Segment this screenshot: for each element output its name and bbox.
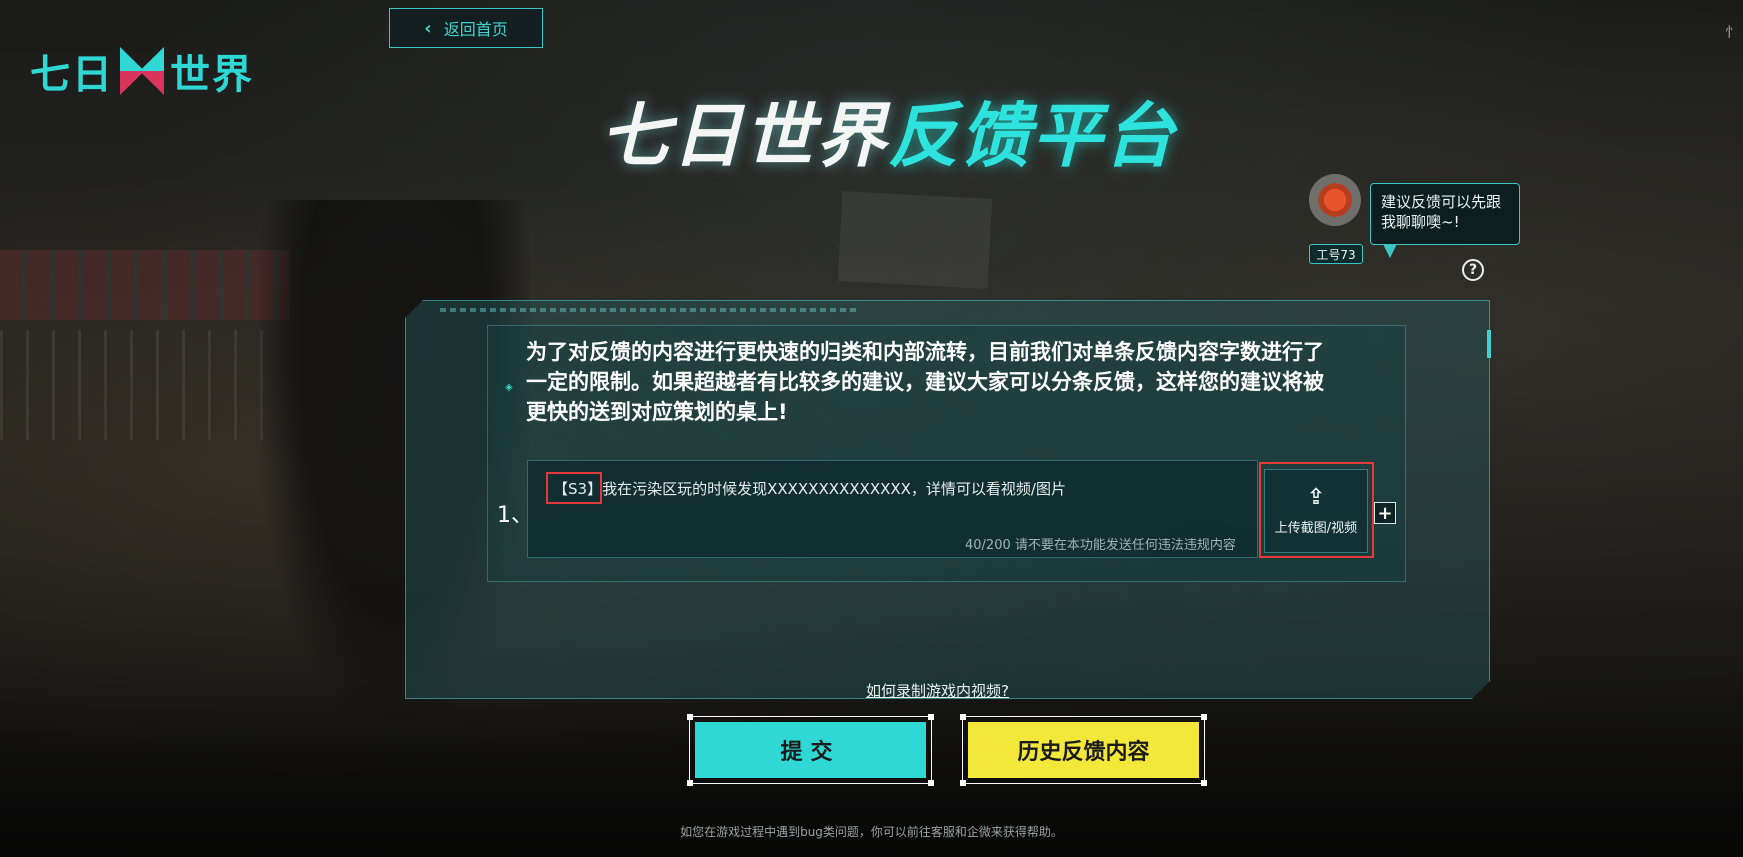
add-entry-button[interactable]: + <box>1374 502 1396 524</box>
background-shelf <box>0 250 290 320</box>
submit-button[interactable]: 提交 <box>695 722 926 778</box>
question-icon[interactable]: ? <box>1462 259 1484 281</box>
history-feedback-button[interactable]: 历史反馈内容 <box>968 722 1199 778</box>
assistant-tag: 工号73 <box>1309 244 1363 264</box>
video-help-link[interactable]: 如何录制游戏内视频? <box>866 680 1009 701</box>
logo-text-left: 七日 <box>30 52 114 98</box>
frame-corner <box>687 780 693 786</box>
history-button-frame: 历史反馈内容 <box>960 714 1207 786</box>
background-tools <box>0 330 280 440</box>
frame-corner <box>928 714 934 720</box>
footer-note: 如您在游戏过程中遇到bug类问题，你可以前往客服和企微来获得帮助。 <box>680 825 1063 839</box>
back-to-home-button[interactable]: ‹ 返回首页 <box>389 8 543 48</box>
feedback-text-value[interactable]: 【S3】我在污染区玩的时候发现XXXXXXXXXXXXXX，详情可以看视频/图片 <box>553 478 1066 499</box>
help-glyph: ? <box>1468 262 1478 278</box>
frame-corner <box>1201 714 1207 720</box>
chevron-left-icon: ‹ <box>424 17 432 39</box>
bubble-tail <box>1383 244 1397 258</box>
upload-media-button[interactable]: ⇪ 上传截图/视频 <box>1264 469 1368 553</box>
edge-glyph: 忄 <box>1725 25 1739 41</box>
assistant-speech-bubble[interactable]: 建议反馈可以先跟 我聊聊噢~! <box>1370 183 1520 245</box>
logo-mark-icon <box>120 47 164 95</box>
frame-corner <box>1201 780 1207 786</box>
frame-corner <box>687 714 693 720</box>
page-title-part2: 反馈平台 <box>888 95 1176 177</box>
panel-decor-bar <box>440 308 860 312</box>
frame-corner <box>960 714 966 720</box>
logo-text-right: 世界 <box>170 52 254 98</box>
submit-button-frame: 提交 <box>687 714 934 786</box>
upload-icon: ⇪ <box>1306 484 1326 510</box>
back-button-label: 返回首页 <box>443 20 508 39</box>
page-title-part1: 七日世界 <box>600 95 888 177</box>
background-danger-sign <box>837 191 993 289</box>
char-counter: 40/200 请不要在本功能发送任何违法违规内容 <box>965 538 1236 553</box>
upload-label: 上传截图/视频 <box>1274 520 1358 536</box>
plus-icon: + <box>1377 502 1393 524</box>
page-title: 七日世界反馈平台 <box>600 80 1176 181</box>
frame-corner <box>928 780 934 786</box>
robot-icon <box>1309 174 1361 226</box>
panel-decor-side <box>1487 330 1491 358</box>
notice-text: 为了对反馈的内容进行更快速的归类和内部流转，目前我们对单条反馈内容字数进行了 一… <box>526 340 1324 424</box>
assistant-avatar[interactable] <box>1305 170 1367 236</box>
diamond-icon: ◈ <box>505 382 513 393</box>
assistant-bubble-text: 建议反馈可以先跟 我聊聊噢~! <box>1381 193 1502 231</box>
game-logo: 七日 世界 <box>30 42 254 100</box>
frame-corner <box>960 780 966 786</box>
